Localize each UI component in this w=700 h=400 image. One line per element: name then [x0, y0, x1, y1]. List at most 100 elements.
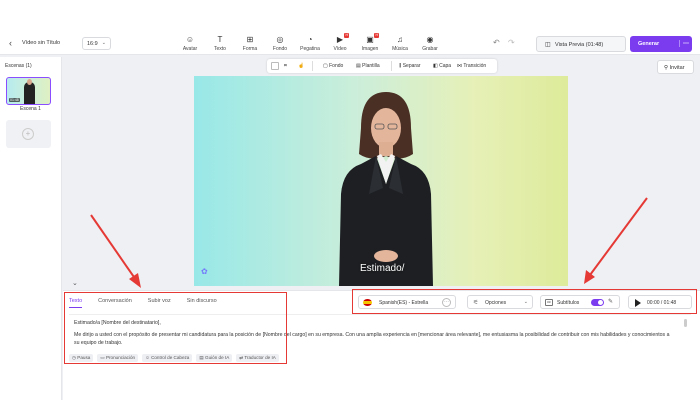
tab-upload-voice[interactable]: Subir voz	[148, 298, 171, 308]
split-option-label: Separar	[402, 63, 421, 69]
tool-record[interactable]: ◉ Grabar	[415, 35, 445, 53]
voice-more-icon[interactable]: ⋯	[442, 298, 451, 307]
tool-label: Grabar	[422, 46, 438, 52]
template-option[interactable]: ▤ Plantilla	[356, 63, 380, 69]
music-icon: ♫	[397, 35, 403, 44]
ai-script-chip[interactable]: ▤ Guión de IA	[196, 354, 233, 362]
watermark-logo-icon: ✿	[201, 267, 208, 276]
subtitles-toggle[interactable]	[591, 299, 604, 306]
chevron-down-icon: ⌄	[101, 40, 106, 46]
undo-icon[interactable]: ↶	[493, 38, 500, 47]
background-option-label: Fondo	[329, 63, 344, 69]
play-icon[interactable]	[635, 299, 641, 307]
tool-shape[interactable]: ⊞ Forma	[235, 35, 265, 53]
record-icon: ◉	[426, 35, 434, 44]
invite-label: Invitar	[669, 65, 685, 71]
text-icon: T	[217, 35, 223, 44]
playback-control: 00:00 / 01:48	[628, 295, 692, 309]
pronunciation-chip[interactable]: ▭ Pronunciación	[97, 354, 139, 362]
preview-button[interactable]: ◫ Vista Previa (01:48)	[536, 36, 626, 52]
tool-label: Fondo	[272, 46, 288, 52]
generate-button[interactable]: Generar ⋯	[630, 36, 692, 52]
script-line: Estimado/a [Nombre del destinatario],	[74, 320, 161, 326]
tab-no-speech[interactable]: Sin discurso	[187, 298, 217, 308]
layer-option[interactable]: ◧ Capa	[433, 63, 451, 69]
tool-image[interactable]: ▣ H Imagen	[355, 33, 385, 53]
tool-text[interactable]: T Texto	[205, 35, 235, 53]
insert-toolbar: ☺ Avatar T Texto ⊞ Forma ◎ Fondo ◔ Pegatina ▶…	[175, 33, 445, 53]
image-icon: ▣	[366, 35, 374, 44]
head-icon: ☺	[145, 355, 150, 360]
chip-label: Pronunciación	[105, 355, 136, 360]
chip-label: Guión de IA	[205, 355, 230, 360]
options-label: Opciones	[485, 300, 507, 306]
tool-music[interactable]: ♫ Música	[385, 35, 415, 53]
background-option[interactable]: ▢ Fondo	[323, 63, 343, 69]
subtitles-label: Subtítulos	[557, 300, 580, 306]
canvas-toolbar: ⌗ ☝ ▢ Fondo ▤ Plantilla ⫼ Separar ◧ Capa…	[267, 59, 497, 73]
tool-background[interactable]: ◎ Fondo	[265, 35, 295, 53]
split-option[interactable]: ⫼ Separar	[399, 63, 421, 69]
tool-label: Pegatina	[300, 46, 320, 52]
arrow-head-icon	[584, 270, 595, 284]
scene-duration: 01:48	[9, 98, 20, 102]
scene-thumbnail[interactable]: 01:48	[6, 77, 51, 105]
preview-label: Vista Previa (01:48)	[555, 42, 604, 48]
redo-icon[interactable]: ↷	[508, 38, 515, 47]
generate-label: Generar	[638, 41, 660, 47]
more-icon[interactable]: ⋯	[679, 40, 689, 47]
crop-icon[interactable]: ⌗	[284, 63, 287, 69]
scene-label: Escena 1	[20, 106, 41, 112]
transition-option[interactable]: ⋈ Transición	[457, 63, 486, 69]
tab-text[interactable]: Texto	[69, 298, 83, 308]
add-scene-button[interactable]: +	[6, 120, 51, 148]
user-add-icon: ⚲	[664, 65, 669, 71]
script-text-editor[interactable]: Estimado/a [Nombre del destinatario], Me…	[74, 319, 674, 351]
sticker-icon: ◔	[307, 35, 313, 44]
tool-label: Imagen	[361, 46, 379, 52]
pointer-icon[interactable]: ☝	[298, 63, 304, 69]
tool-sticker[interactable]: ◔ Pegatina	[295, 35, 325, 53]
ai-script-icon: ▤	[199, 355, 204, 360]
script-panel: Texto Conversación Subir voz Sin discurs…	[63, 290, 700, 400]
transition-option-label: Transición	[463, 63, 487, 69]
tool-label: Forma	[242, 46, 258, 52]
options-select[interactable]: ⚟ Opciones ⌄	[467, 295, 533, 309]
head-control-chip[interactable]: ☺ Control de Cabeza	[142, 354, 193, 362]
video-canvas[interactable]: Estimado/ ✿	[194, 76, 568, 286]
translate-icon: ⇄	[239, 355, 244, 360]
video-icon: ▶	[336, 35, 344, 44]
chip-label: Traductor de IA	[244, 355, 276, 360]
invite-button[interactable]: ⚲ Invitar	[657, 60, 694, 74]
new-badge: H	[374, 33, 379, 38]
chevron-left-icon[interactable]: ‹	[9, 38, 12, 48]
ai-translator-chip[interactable]: ⇄ Traductor de IA	[236, 354, 279, 362]
aspect-ratio-select[interactable]: 16:9 ⌄	[82, 37, 111, 50]
new-badge: H	[344, 33, 349, 38]
avatar-thumbnail	[24, 79, 35, 104]
tool-label: Texto	[214, 46, 226, 52]
color-swatch-icon[interactable]	[271, 62, 279, 70]
playback-time: 00:00 / 01:48	[647, 300, 677, 306]
pause-chip[interactable]: ◷ Pausa	[69, 354, 94, 362]
chip-label: Pausa	[77, 355, 91, 360]
avatar-icon: ☺	[185, 35, 195, 44]
scrollbar[interactable]	[684, 319, 687, 327]
presenter-avatar[interactable]	[331, 84, 441, 286]
chip-label: Control de Cabeza	[151, 355, 190, 360]
divider	[391, 61, 392, 71]
tool-label: Vídeo	[333, 46, 347, 52]
tool-avatar[interactable]: ☺ Avatar	[175, 35, 205, 53]
tab-conversation[interactable]: Conversación	[98, 298, 132, 308]
scenes-sidebar: Escenas (1) 01:48 Escena 1 + ▬	[0, 57, 62, 400]
voice-select[interactable]: Spanish(ES) - Estrella ⋯	[358, 295, 456, 309]
voice-name: Spanish(ES) - Estrella	[379, 300, 429, 306]
project-title[interactable]: Vídeo sin Título	[22, 40, 60, 46]
style-brush-icon[interactable]: ✎	[608, 298, 613, 305]
tool-video[interactable]: ▶ H Vídeo	[325, 33, 355, 53]
script-line: Me dirijo a usted con el propósito de pr…	[74, 331, 670, 347]
spain-flag-icon	[363, 299, 372, 306]
script-tabs: Texto Conversación Subir voz Sin discurs…	[69, 298, 233, 308]
shapes-icon: ⊞	[246, 35, 254, 44]
collapse-chevron-icon[interactable]: ⌄	[72, 279, 78, 287]
